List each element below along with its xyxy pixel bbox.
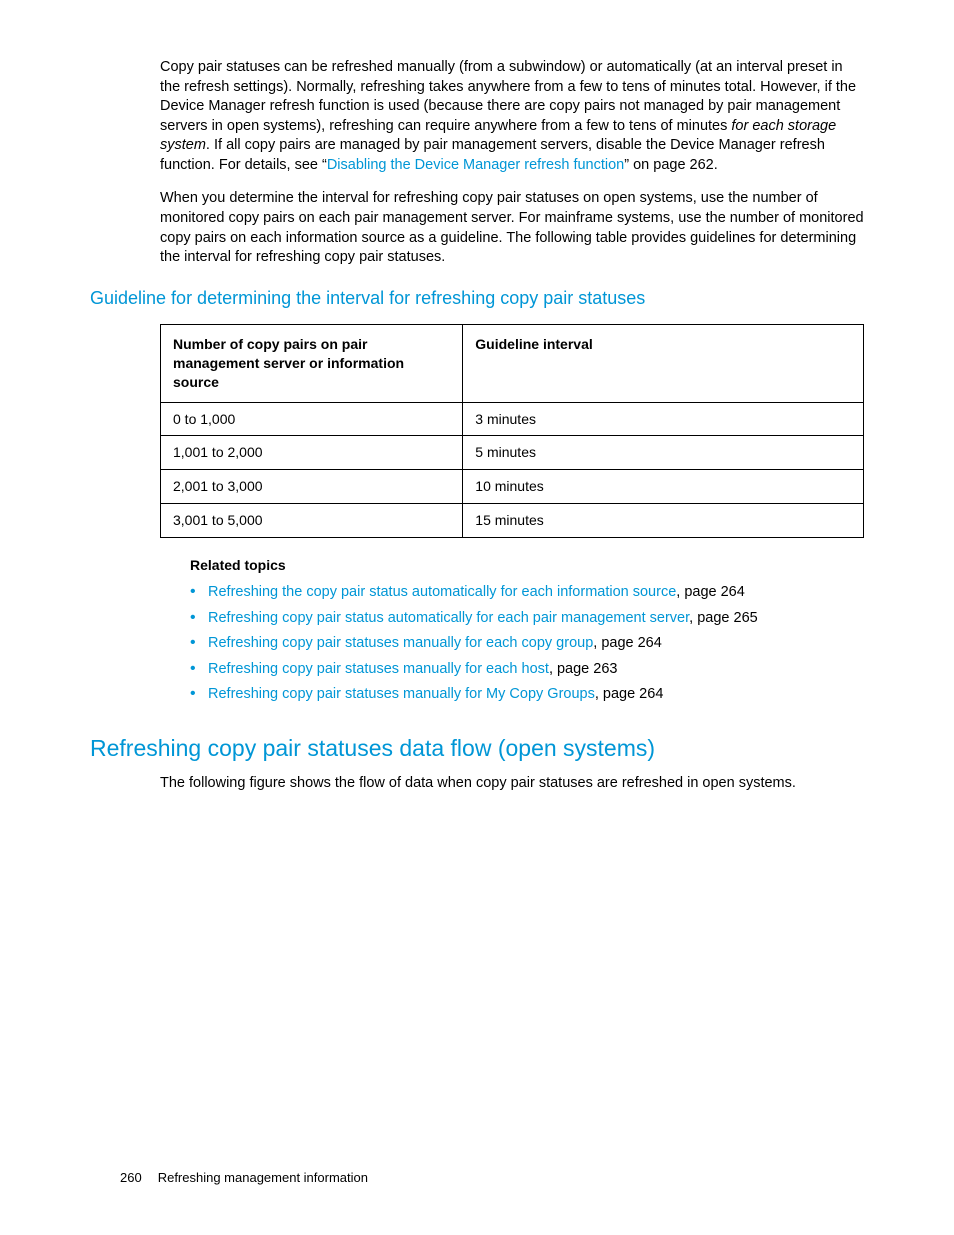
link-disabling-refresh[interactable]: Disabling the Device Manager refresh fun… xyxy=(327,157,624,173)
heading-guideline: Guideline for determining the interval f… xyxy=(90,286,864,310)
table-wrapper: Number of copy pairs on pair management … xyxy=(90,324,864,705)
list-item: Refreshing copy pair statuses manually f… xyxy=(190,634,864,654)
table-header-row: Number of copy pairs on pair management … xyxy=(161,324,864,402)
table-cell: 10 minutes xyxy=(463,470,864,504)
page-number: 260 xyxy=(120,1170,142,1185)
table-cell: 3,001 to 5,000 xyxy=(161,504,463,538)
paragraph-1: Copy pair statuses can be refreshed manu… xyxy=(160,58,864,175)
link-related-4[interactable]: Refreshing copy pair statuses manually f… xyxy=(208,661,549,677)
link-related-2[interactable]: Refreshing copy pair status automaticall… xyxy=(208,610,689,626)
table-header: Number of copy pairs on pair management … xyxy=(161,324,463,402)
related-topics-list: Refreshing the copy pair status automati… xyxy=(160,583,864,705)
table-cell: 15 minutes xyxy=(463,504,864,538)
text: , page 263 xyxy=(549,661,618,677)
body-block-2: The following figure shows the flow of d… xyxy=(90,774,864,794)
table-header: Guideline interval xyxy=(463,324,864,402)
list-item: Refreshing copy pair status automaticall… xyxy=(190,609,864,629)
text: ” on page 262. xyxy=(624,157,718,173)
list-item: Refreshing copy pair statuses manually f… xyxy=(190,660,864,680)
text: , page 264 xyxy=(593,635,662,651)
list-item: Refreshing the copy pair status automati… xyxy=(190,583,864,603)
guideline-table: Number of copy pairs on pair management … xyxy=(160,324,864,538)
paragraph-3: The following figure shows the flow of d… xyxy=(160,774,864,794)
table-cell: 1,001 to 2,000 xyxy=(161,436,463,470)
text: , page 264 xyxy=(595,686,664,702)
table-cell: 5 minutes xyxy=(463,436,864,470)
link-related-1[interactable]: Refreshing the copy pair status automati… xyxy=(208,584,676,600)
table-row: 2,001 to 3,000 10 minutes xyxy=(161,470,864,504)
table-cell: 2,001 to 3,000 xyxy=(161,470,463,504)
related-topics-heading: Related topics xyxy=(190,556,864,575)
table-row: 3,001 to 5,000 15 minutes xyxy=(161,504,864,538)
table-cell: 0 to 1,000 xyxy=(161,402,463,436)
body-block-1: Copy pair statuses can be refreshed manu… xyxy=(90,58,864,268)
link-related-3[interactable]: Refreshing copy pair statuses manually f… xyxy=(208,635,593,651)
text: , page 265 xyxy=(689,610,758,626)
text: , page 264 xyxy=(676,584,745,600)
link-related-5[interactable]: Refreshing copy pair statuses manually f… xyxy=(208,686,595,702)
paragraph-2: When you determine the interval for refr… xyxy=(160,189,864,267)
heading-data-flow: Refreshing copy pair statuses data flow … xyxy=(90,733,864,764)
table-row: 0 to 1,000 3 minutes xyxy=(161,402,864,436)
table-row: 1,001 to 2,000 5 minutes xyxy=(161,436,864,470)
table-cell: 3 minutes xyxy=(463,402,864,436)
page-footer: 260 Refreshing management information xyxy=(120,1169,368,1187)
list-item: Refreshing copy pair statuses manually f… xyxy=(190,685,864,705)
page: Copy pair statuses can be refreshed manu… xyxy=(0,0,954,1235)
footer-title: Refreshing management information xyxy=(158,1170,368,1185)
